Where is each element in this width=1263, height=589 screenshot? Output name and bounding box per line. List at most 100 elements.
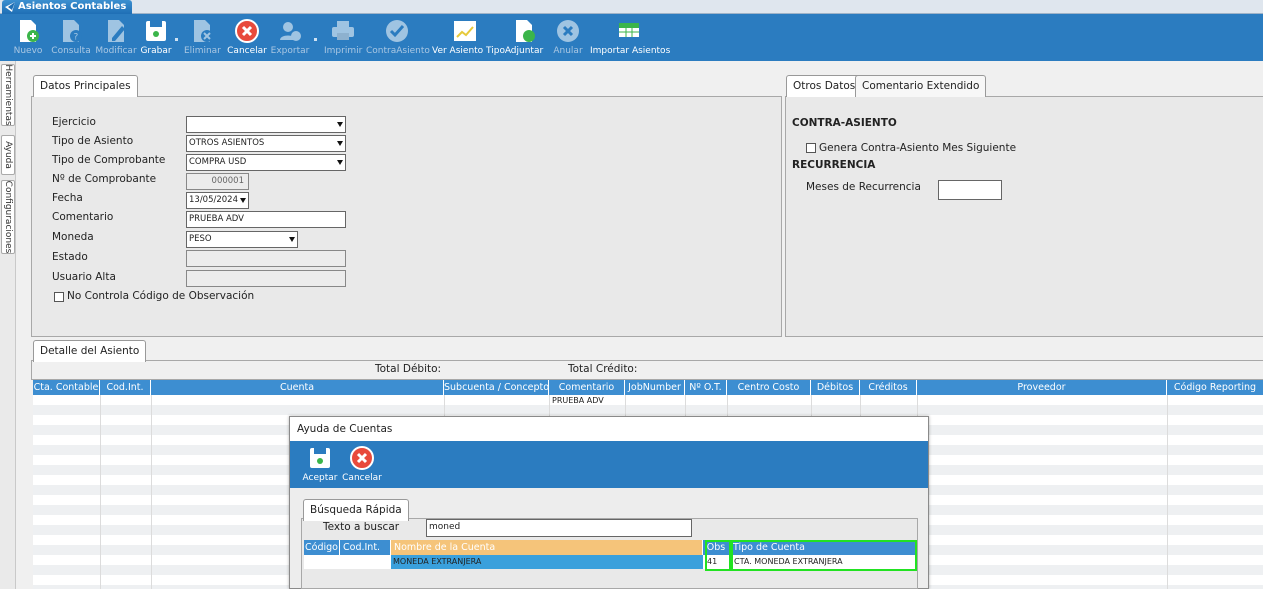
fecha-picker[interactable]: 13/05/2024 xyxy=(186,192,249,209)
estado-label: Estado xyxy=(52,251,88,263)
svg-text:?: ? xyxy=(74,33,79,43)
cancelar-button[interactable]: Cancelar xyxy=(226,14,268,61)
exportar-button[interactable]: Exportar xyxy=(270,14,310,61)
column-header[interactable]: Débitos xyxy=(811,380,860,395)
genera-contra-asiento-checkbox[interactable] xyxy=(806,143,816,153)
chevron-down-icon xyxy=(337,141,343,146)
adjuntar-button[interactable]: Adjuntar xyxy=(504,14,544,61)
busqueda-panel: Texto a buscar moned Código Cod.Int. Nom… xyxy=(301,518,918,589)
tab-datos-principales[interactable]: Datos Principales xyxy=(33,75,138,97)
usuario-alta-label: Usuario Alta xyxy=(52,271,116,283)
nombre-cuenta-cell[interactable]: MONEDA EXTRANJERA xyxy=(391,555,703,569)
tab-comentario-extendido[interactable]: Comentario Extendido xyxy=(855,75,987,97)
total-debito-label: Total Débito: xyxy=(375,363,442,375)
texto-buscar-input[interactable]: moned xyxy=(426,519,692,537)
meses-recurrencia-label: Meses de Recurrencia xyxy=(806,181,921,193)
cancel-circle-icon xyxy=(350,446,374,470)
estado-field[interactable] xyxy=(186,250,346,267)
void-circle-icon xyxy=(557,20,579,42)
column-divider xyxy=(151,395,152,589)
usuario-alta-field[interactable] xyxy=(186,270,346,287)
moneda-label: Moneda xyxy=(52,231,94,243)
query-document-icon: ? xyxy=(63,20,82,43)
cod-int-cell[interactable] xyxy=(340,555,391,569)
column-header[interactable]: Cod.Int. xyxy=(100,380,151,395)
otros-datos-panel: CONTRA-ASIENTO Genera Contra-Asiento Mes… xyxy=(785,96,1263,337)
meses-recurrencia-input[interactable] xyxy=(938,180,1002,200)
tipo-comprobante-label: Tipo de Comprobante xyxy=(52,154,166,166)
save-disk-icon xyxy=(146,21,166,41)
save-disk-icon xyxy=(310,448,330,468)
edit-document-icon xyxy=(108,20,125,42)
dialog-toolbar: Aceptar Cancelar xyxy=(290,441,928,488)
eliminar-button[interactable]: Eliminar xyxy=(184,14,221,61)
column-divider xyxy=(1167,395,1168,589)
column-header[interactable]: Comentario xyxy=(549,380,625,395)
comentario-input[interactable]: PRUEBA ADV xyxy=(186,211,346,228)
ver-asiento-tipo-button[interactable]: Ver Asiento Tipo xyxy=(432,14,505,61)
chevron-down-icon xyxy=(337,160,343,165)
ejercicio-label: Ejercicio xyxy=(52,116,96,128)
no-controla-checkbox[interactable] xyxy=(54,292,64,302)
grabar-button[interactable]: Grabar xyxy=(140,14,172,61)
table-row[interactable] xyxy=(33,405,1263,415)
tipo-cuenta-highlight-box xyxy=(731,540,917,571)
column-header[interactable]: Cod.Int. xyxy=(340,540,391,555)
side-tab-ayuda[interactable]: Ayuda xyxy=(1,135,15,175)
comentario-label: Comentario xyxy=(52,211,114,223)
column-header[interactable]: Cuenta xyxy=(151,380,444,395)
fecha-label: Fecha xyxy=(52,192,83,204)
column-header[interactable]: Código Reporting xyxy=(1167,380,1263,395)
column-header[interactable]: Centro Costo xyxy=(727,380,811,395)
tab-otros-datos[interactable]: Otros Datos xyxy=(786,75,863,97)
side-tab-configuraciones[interactable]: Configuraciones xyxy=(1,180,15,254)
table-row[interactable] xyxy=(33,395,1263,405)
column-divider xyxy=(100,395,101,589)
nuevo-button[interactable]: Nuevo xyxy=(10,14,46,61)
column-header[interactable]: Código xyxy=(304,540,340,555)
nro-comprobante-label: Nº de Comprobante xyxy=(52,173,157,185)
column-header[interactable]: Proveedor xyxy=(917,380,1167,395)
tipo-comprobante-select[interactable]: COMPRA USD xyxy=(186,154,346,171)
chevron-down-icon xyxy=(337,122,343,127)
obs-highlight-box xyxy=(705,540,731,571)
importar-asientos-button[interactable]: Importar Asientos xyxy=(590,14,670,61)
column-header[interactable]: Subcuenta / Concepto xyxy=(444,380,549,395)
tipo-asiento-label: Tipo de Asiento xyxy=(52,135,134,147)
ayuda-cuentas-dialog: Ayuda de Cuentas Aceptar Cancelar Búsque… xyxy=(289,416,929,589)
datos-principales-panel: Ejercicio Tipo de Asiento OTROS ASIENTOS… xyxy=(31,96,782,337)
side-tab-herramientas[interactable]: Herramientas xyxy=(1,64,15,126)
delete-document-icon xyxy=(194,20,213,42)
checkmark-circle-icon xyxy=(386,20,408,42)
tab-title: Asientos Contables xyxy=(18,1,127,12)
row-comentario-cell[interactable]: PRUEBA ADV xyxy=(552,396,604,405)
export-user-icon xyxy=(280,22,301,41)
totals-bar: Total Débito: Total Crédito: xyxy=(31,360,1263,380)
dialog-cancelar-button[interactable]: Cancelar xyxy=(342,441,382,488)
column-header[interactable]: Créditos xyxy=(860,380,917,395)
column-header[interactable]: Nombre de la Cuenta xyxy=(391,540,703,555)
aceptar-button[interactable]: Aceptar xyxy=(302,441,338,488)
column-header[interactable]: Nº O.T. xyxy=(685,380,727,395)
anular-button[interactable]: Anular xyxy=(550,14,586,61)
column-header[interactable]: Cta. Contable xyxy=(33,380,100,395)
tab-detalle-asiento[interactable]: Detalle del Asiento xyxy=(33,340,147,362)
codigo-cell[interactable] xyxy=(304,555,340,569)
ejercicio-select[interactable] xyxy=(186,116,346,133)
cancel-circle-icon xyxy=(235,19,259,43)
nro-comprobante-field[interactable]: 000001 xyxy=(186,173,249,190)
contraasiento-button[interactable]: ContraAsiento xyxy=(366,14,430,61)
tipo-asiento-select[interactable]: OTROS ASIENTOS xyxy=(186,135,346,152)
consulta-button[interactable]: ? Consulta xyxy=(50,14,92,61)
column-header[interactable]: JobNumber xyxy=(625,380,685,395)
tab-busqueda-rapida[interactable]: Búsqueda Rápida xyxy=(303,499,409,521)
asientos-contables-tab[interactable]: Asientos Contables xyxy=(2,0,133,14)
modificar-button[interactable]: Modificar xyxy=(94,14,138,61)
toolbar-separator xyxy=(314,38,317,41)
excel-import-icon xyxy=(619,23,639,37)
imprimir-button[interactable]: Imprimir xyxy=(324,14,362,61)
chevron-down-icon xyxy=(240,198,246,203)
new-document-icon xyxy=(20,20,39,42)
attach-document-icon xyxy=(516,20,535,42)
moneda-select[interactable]: PESO xyxy=(186,231,298,248)
